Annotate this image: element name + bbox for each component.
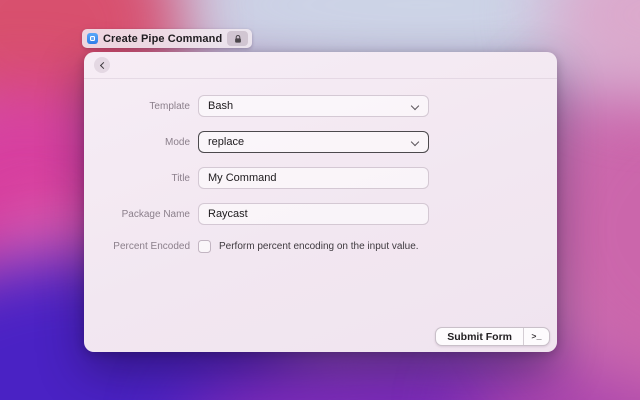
percent-encoded-checkbox[interactable] (198, 240, 211, 253)
command-tab[interactable]: Create Pipe Command (82, 29, 252, 48)
percent-encoded-description: Perform percent encoding on the input va… (219, 241, 419, 252)
lock-badge (227, 31, 248, 46)
package-name-label: Package Name (84, 209, 198, 220)
terminal-icon[interactable]: >_ (523, 328, 549, 345)
template-select[interactable]: Bash (198, 95, 429, 117)
form-row-template: Template Bash (84, 95, 557, 117)
template-value: Bash (199, 100, 233, 112)
back-button[interactable] (94, 57, 110, 73)
mode-label: Mode (84, 137, 198, 148)
form-row-package-name: Package Name (84, 203, 557, 225)
title-input[interactable] (198, 167, 429, 189)
footer-action-bar: Submit Form >_ (435, 327, 550, 346)
chevron-down-icon (411, 102, 419, 110)
mode-value: replace (199, 136, 244, 148)
command-tab-label: Create Pipe Command (103, 33, 222, 45)
title-label: Title (84, 173, 198, 184)
chevron-left-icon (99, 61, 106, 68)
submit-form-button[interactable]: Submit Form (436, 328, 523, 345)
form-row-percent-encoded: Percent Encoded Perform percent encoding… (84, 239, 557, 253)
chevron-down-icon (411, 138, 419, 146)
lock-icon (233, 34, 243, 44)
create-pipe-command-window: Template Bash Mode replace Title Package… (84, 52, 557, 352)
package-name-input[interactable] (198, 203, 429, 225)
pipe-command-form: Template Bash Mode replace Title Package… (84, 79, 557, 253)
percent-encoded-label: Percent Encoded (84, 241, 198, 252)
window-header (84, 52, 557, 79)
template-label: Template (84, 101, 198, 112)
form-row-title: Title (84, 167, 557, 189)
pipe-command-app-icon (87, 33, 98, 44)
form-row-mode: Mode replace (84, 131, 557, 153)
mode-select[interactable]: replace (198, 131, 429, 153)
